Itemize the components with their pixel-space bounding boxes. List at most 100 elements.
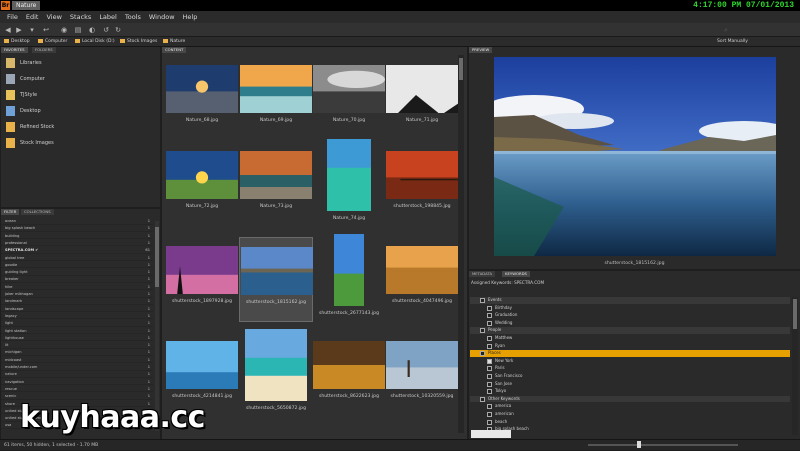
thumbnail[interactable]: shutterstock_8622623.jpg: [312, 332, 386, 417]
thumbnail[interactable]: shutterstock_4047496.jpg: [385, 237, 459, 322]
breadcrumb-nature[interactable]: Nature: [163, 37, 185, 47]
filter-row[interactable]: mobile/under.com 1: [1, 364, 153, 371]
thumbnail-image[interactable]: [245, 329, 307, 401]
thumbnail-image[interactable]: [166, 65, 238, 113]
keyword-group[interactable]: People: [470, 327, 790, 334]
checkbox[interactable]: [487, 343, 492, 349]
thumbnail[interactable]: shutterstock_5650872.jpg: [239, 329, 313, 417]
thumbnail-image[interactable]: [386, 151, 458, 199]
tab-metadata[interactable]: METADATA: [469, 271, 496, 277]
filter-row[interactable]: lighthouse 1: [1, 335, 153, 342]
breadcrumb-computer[interactable]: Computer: [38, 37, 67, 47]
thumbnail[interactable]: shutterstock_198845.jpg: [385, 142, 459, 227]
thumbnail-image[interactable]: [327, 139, 371, 211]
tab-folders[interactable]: FOLDERS: [32, 47, 56, 53]
filter-row[interactable]: midcoast 1: [1, 357, 153, 364]
thumbnail-image[interactable]: [386, 65, 486, 125]
keyword-group[interactable]: Events: [470, 297, 790, 304]
menu-stacks[interactable]: Stacks: [66, 11, 95, 23]
checkbox[interactable]: [487, 320, 492, 326]
filter-row[interactable]: big splash beach 1: [1, 225, 153, 232]
keyword-item[interactable]: San Jose: [470, 381, 790, 388]
keyword-item[interactable]: Matthew: [470, 335, 790, 342]
checkbox[interactable]: [487, 381, 492, 387]
filter-row[interactable]: guiding light 1: [1, 269, 153, 276]
checkbox[interactable]: [480, 351, 485, 357]
keyword-item[interactable]: big splash beach: [470, 426, 790, 433]
breadcrumb-desktop[interactable]: Desktop: [4, 37, 30, 47]
keyword-item[interactable]: american: [470, 411, 790, 418]
filter-row[interactable]: SPECTRA.COM ✔ 61: [1, 247, 153, 254]
filter-row[interactable]: goodie 1: [1, 262, 153, 269]
checkbox[interactable]: [487, 358, 492, 364]
thumbnail-size-slider[interactable]: [588, 444, 738, 446]
thumbnail[interactable]: Nature_68.jpg: [165, 57, 239, 142]
window-title-tab[interactable]: Nature: [12, 1, 41, 10]
tab-keywords[interactable]: KEYWORDS: [502, 271, 530, 277]
favorite-item[interactable]: Refined Stock: [4, 120, 158, 134]
checkbox[interactable]: [487, 389, 492, 395]
thumbnail-image[interactable]: [166, 246, 238, 306]
breadcrumb-stock-images[interactable]: Stock Images: [120, 37, 157, 47]
thumbnail-image[interactable]: [166, 151, 238, 199]
favorite-item[interactable]: Computer: [4, 72, 158, 86]
keyword-item[interactable]: New York: [470, 358, 790, 365]
thumbnail-image[interactable]: [334, 234, 364, 306]
tab-collections[interactable]: COLLECTIONS: [21, 209, 54, 215]
refine-icon[interactable]: ▤: [74, 26, 82, 34]
keyword-item[interactable]: Wedding: [470, 320, 790, 327]
thumbnail[interactable]: Nature_71.jpg: [385, 57, 486, 142]
checkbox[interactable]: [487, 412, 492, 417]
filter-row[interactable]: landmark 1: [1, 298, 153, 305]
forward-arrow-icon[interactable]: ▶: [15, 26, 23, 34]
filter-row[interactable]: professional 1: [1, 240, 153, 247]
filter-row[interactable]: scenic 1: [1, 393, 153, 400]
thumbnail[interactable]: Nature_73.jpg: [239, 142, 313, 227]
open-in-camera-raw-icon[interactable]: ◐: [88, 26, 96, 34]
keywords-scrollbar[interactable]: [792, 297, 798, 435]
menu-edit[interactable]: Edit: [22, 11, 43, 23]
rotate-left-icon[interactable]: ↺: [102, 26, 110, 34]
keyword-item[interactable]: Ryan: [470, 343, 790, 350]
thumbnail[interactable]: shutterstock_10320559.jpg: [385, 332, 459, 417]
camera-icon[interactable]: ◉: [60, 26, 68, 34]
filter-row[interactable]: hike 1: [1, 284, 153, 291]
recent-folder-icon[interactable]: ▾: [28, 26, 36, 34]
thumbnail-image[interactable]: [241, 247, 313, 295]
checkbox[interactable]: [487, 404, 492, 410]
slider-knob[interactable]: [637, 441, 641, 448]
thumbnail-image[interactable]: [240, 151, 312, 199]
thumbnail-image[interactable]: [386, 341, 458, 389]
keyword-item[interactable]: Graduation: [470, 312, 790, 319]
menu-file[interactable]: File: [3, 11, 22, 23]
menu-help[interactable]: Help: [179, 11, 202, 23]
thumbnail[interactable]: shutterstock_1897928.jpg: [165, 237, 239, 322]
keyword-item[interactable]: america: [470, 403, 790, 410]
tab-content[interactable]: CONTENT: [162, 47, 187, 53]
filter-row[interactable]: lit 1: [1, 342, 153, 349]
thumbnail[interactable]: Nature_74.jpg: [312, 139, 386, 227]
keyword-item[interactable]: beach: [470, 419, 790, 426]
filter-row[interactable]: joker mikhogan 1: [1, 291, 153, 298]
checkbox[interactable]: [487, 313, 492, 319]
keyword-item[interactable]: Paris: [470, 365, 790, 372]
thumbnail-image[interactable]: [313, 65, 385, 113]
content-scrollbar[interactable]: [458, 55, 464, 433]
checkbox[interactable]: [487, 336, 492, 341]
menu-window[interactable]: Window: [145, 11, 179, 23]
checkbox[interactable]: [487, 374, 492, 379]
return-icon[interactable]: ↩: [42, 26, 50, 34]
back-arrow-icon[interactable]: ◀: [4, 26, 12, 34]
filter-row[interactable]: rescue 1: [1, 386, 153, 393]
favorite-item[interactable]: Stock Images: [4, 136, 158, 150]
thumbnail[interactable]: Nature_69.jpg: [239, 57, 313, 142]
tab-favorites[interactable]: FAVORITES: [1, 47, 28, 53]
keyword-item[interactable]: Tokyo: [470, 388, 790, 395]
filter-row[interactable]: michigan 1: [1, 349, 153, 356]
scrollbar-thumb[interactable]: [459, 58, 463, 80]
scrollbar-thumb[interactable]: [793, 299, 797, 329]
favorite-item[interactable]: Libraries: [4, 56, 158, 70]
rotate-right-icon[interactable]: ↻: [114, 26, 122, 34]
keyword-item[interactable]: Birthday: [470, 305, 790, 312]
sort-dropdown[interactable]: Sort Manually: [717, 37, 748, 47]
